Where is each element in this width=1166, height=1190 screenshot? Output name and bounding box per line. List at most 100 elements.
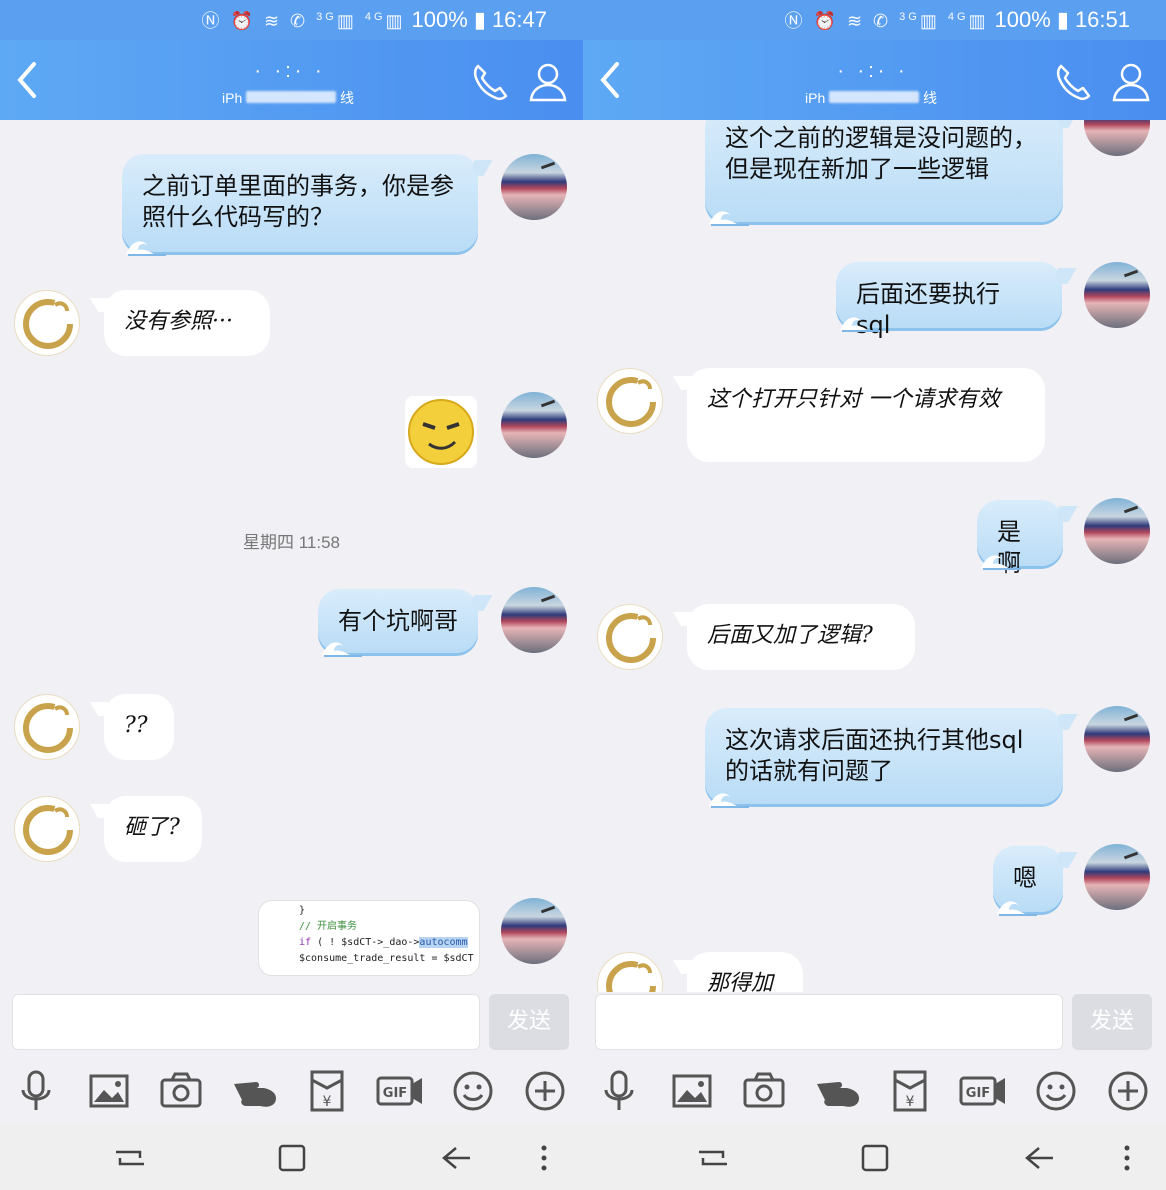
plus-icon[interactable] (522, 1068, 568, 1114)
smiley-icon[interactable] (1033, 1068, 1079, 1114)
message-bubble-sent[interactable]: 这个之前的逻辑是没问题的，但是现在新加了一些逻辑 (705, 120, 1063, 226)
message-bubble-sent[interactable]: 这次请求后面还执行其他sql的话就有问题了 (705, 708, 1063, 808)
chat-screen-right: Ⓝ ⏰ ≋ ✆ 3G▥ 4G▥ 100% ▮ 16:51 · ·:· · iPh… (583, 0, 1166, 1190)
profile-button[interactable] (526, 60, 570, 104)
microphone-icon[interactable] (596, 1068, 642, 1114)
smug-face-sticker-icon (408, 399, 474, 465)
my-avatar[interactable] (1084, 498, 1150, 564)
message-bubble-sent[interactable]: 之前订单里面的事务，你是参照什么代码写的？ (122, 154, 478, 256)
back-nav-icon[interactable] (1019, 1140, 1059, 1176)
svg-text:¥: ¥ (323, 1094, 332, 1110)
message-text: 这次请求后面还执行其他sql的话就有问题了 (725, 726, 1024, 785)
red-packet-icon[interactable]: ¥ (887, 1068, 933, 1114)
profile-button[interactable] (1109, 60, 1153, 104)
person-icon (1112, 63, 1150, 102)
message-list[interactable]: 之前订单里面的事务，你是参照什么代码写的？ 没有参照··· 星期四 11:58 … (0, 120, 583, 992)
contact-avatar[interactable] (14, 290, 80, 356)
person-icon (529, 63, 567, 102)
more-icon[interactable] (524, 1140, 564, 1176)
pointing-hand-icon[interactable] (232, 1068, 278, 1114)
send-button[interactable]: 发送 (489, 994, 569, 1050)
message-input[interactable] (595, 994, 1063, 1050)
back-nav-icon[interactable] (436, 1140, 476, 1176)
contact-avatar[interactable] (597, 368, 663, 434)
more-icon[interactable] (1107, 1140, 1147, 1176)
back-arrow-icon (600, 62, 619, 98)
message-bubble-received[interactable]: 后面又加了逻辑? (687, 604, 915, 670)
call-button[interactable] (1051, 60, 1095, 104)
dragon-logo-icon (23, 299, 73, 349)
input-bar: 发送 (0, 992, 583, 1058)
code-line: // 开启事务 (299, 921, 358, 932)
message-list[interactable]: 这个之前的逻辑是没问题的，但是现在新加了一些逻辑 后面还要执行 sql 这个打开… (583, 120, 1166, 992)
call-button[interactable] (468, 60, 512, 104)
back-button[interactable] (10, 58, 46, 102)
chat-toolbar: ¥ GIF (0, 1058, 583, 1124)
wave-decoration-icon (126, 241, 166, 256)
my-avatar[interactable] (1084, 262, 1150, 328)
contact-name: · ·:· · (254, 60, 326, 82)
code-screenshot-message[interactable]: } // 开启事务 if ( ! $sdCT->_dao->autocomm $… (258, 900, 480, 976)
svg-text:¥: ¥ (906, 1094, 915, 1110)
recent-apps-icon[interactable] (110, 1140, 150, 1176)
system-nav-bar (583, 1124, 1166, 1190)
back-button[interactable] (593, 58, 629, 102)
my-avatar[interactable] (1084, 120, 1150, 156)
gif-icon[interactable]: GIF (376, 1068, 424, 1114)
message-bubble-received[interactable]: 砸了? (104, 796, 202, 862)
status-icons: Ⓝ ⏰ ≋ ✆ 3G▥ 4G▥ (201, 11, 406, 31)
message-input[interactable] (12, 994, 480, 1050)
battery-icon: ▮ (1056, 7, 1069, 32)
recent-apps-icon[interactable] (693, 1140, 733, 1176)
camera-icon[interactable] (741, 1068, 787, 1114)
contact-avatar[interactable] (14, 694, 80, 760)
message-bubble-sent[interactable]: 后面还要执行 sql (836, 262, 1062, 339)
gif-icon[interactable]: GIF (959, 1068, 1007, 1114)
battery-level: 100% (411, 7, 468, 32)
contact-avatar[interactable] (14, 796, 80, 862)
image-icon[interactable] (86, 1068, 132, 1114)
input-bar: 发送 (583, 992, 1166, 1058)
message-text: 这个打开只针对 一个请求有效 (707, 387, 1000, 412)
message-bubble-sent[interactable]: 嗯 (993, 846, 1063, 916)
message-bubble-received[interactable]: 没有参照··· (104, 290, 270, 356)
my-avatar[interactable] (501, 392, 567, 458)
my-avatar[interactable] (1084, 844, 1150, 910)
message-text: ?? (124, 713, 148, 738)
message-bubble-sent[interactable]: 是啊 (977, 500, 1063, 577)
my-avatar[interactable] (501, 154, 567, 220)
image-icon[interactable] (669, 1068, 715, 1114)
code-line: if ( ! $sdCT->_dao->autocomm (299, 937, 468, 948)
system-nav-bar (0, 1124, 583, 1190)
camera-icon[interactable] (158, 1068, 204, 1114)
chat-toolbar: ¥ GIF (583, 1058, 1166, 1124)
pointing-hand-icon[interactable] (815, 1068, 861, 1114)
sticker-message[interactable] (405, 396, 477, 468)
message-text: 嗯 (1013, 864, 1037, 892)
red-packet-icon[interactable]: ¥ (304, 1068, 350, 1114)
message-bubble-sent[interactable]: 有个坑啊哥 (318, 589, 478, 657)
dragon-logo-icon (23, 805, 73, 855)
message-bubble-received[interactable]: 那得加 (687, 952, 803, 992)
send-button[interactable]: 发送 (1072, 994, 1152, 1050)
contact-avatar[interactable] (597, 952, 663, 992)
message-bubble-received[interactable]: ?? (104, 694, 174, 760)
my-avatar[interactable] (1084, 706, 1150, 772)
clock: 16:51 (1074, 7, 1130, 32)
message-bubble-received[interactable]: 这个打开只针对 一个请求有效 (687, 368, 1045, 462)
microphone-icon[interactable] (13, 1068, 59, 1114)
status-icons: Ⓝ ⏰ ≋ ✆ 3G▥ 4G▥ (784, 11, 989, 31)
my-avatar[interactable] (501, 587, 567, 653)
contact-avatar[interactable] (597, 604, 663, 670)
status-bar: Ⓝ ⏰ ≋ ✆ 3G▥ 4G▥ 100% ▮ 16:51 (583, 0, 1166, 40)
plus-icon[interactable] (1105, 1068, 1151, 1114)
code-line: $consume_trade_result = $sdCT (299, 953, 474, 964)
my-avatar[interactable] (501, 898, 567, 964)
home-icon[interactable] (855, 1140, 895, 1176)
smiley-icon[interactable] (450, 1068, 496, 1114)
battery-level: 100% (994, 7, 1051, 32)
phone-icon (473, 64, 508, 101)
svg-text:GIF: GIF (966, 1086, 990, 1101)
home-icon[interactable] (272, 1140, 312, 1176)
message-text: 砸了? (124, 815, 180, 840)
